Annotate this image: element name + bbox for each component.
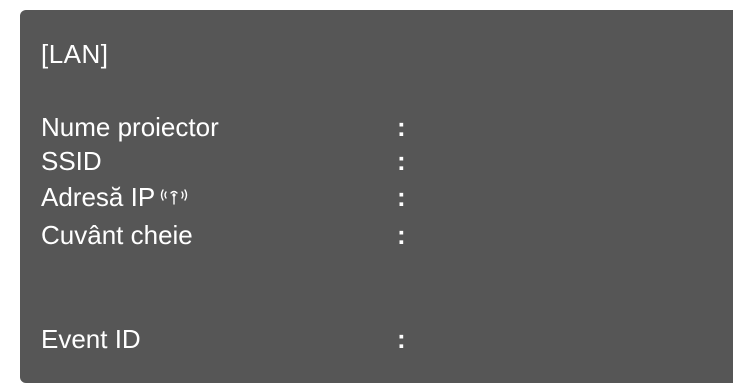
field-label-projector-name: Nume proiector: [41, 112, 219, 142]
field-separator: :: [397, 220, 406, 250]
field-separator: :: [397, 182, 406, 212]
field-row-ip-address: Adresă IP :: [41, 182, 721, 212]
field-row-ssid: SSID :: [41, 146, 721, 176]
field-label-ssid: SSID: [41, 146, 102, 176]
field-label-password: Cuvânt cheie: [41, 220, 193, 250]
lan-info-panel: [LAN] Nume proiector : SSID : Adresă IP …: [20, 10, 733, 383]
field-row-projector-name: Nume proiector :: [41, 112, 721, 142]
field-label-ip-address-wrap: Adresă IP: [41, 182, 189, 212]
field-separator: :: [397, 112, 406, 142]
field-label-event-id: Event ID: [41, 324, 141, 354]
field-separator: :: [397, 324, 406, 354]
field-row-password: Cuvânt cheie :: [41, 220, 721, 250]
field-separator: :: [397, 146, 406, 176]
field-row-event-id: Event ID :: [41, 324, 721, 354]
panel-title: [LAN]: [41, 39, 109, 69]
field-label-ip-address: Adresă IP: [41, 182, 156, 212]
wireless-icon: [160, 189, 188, 205]
